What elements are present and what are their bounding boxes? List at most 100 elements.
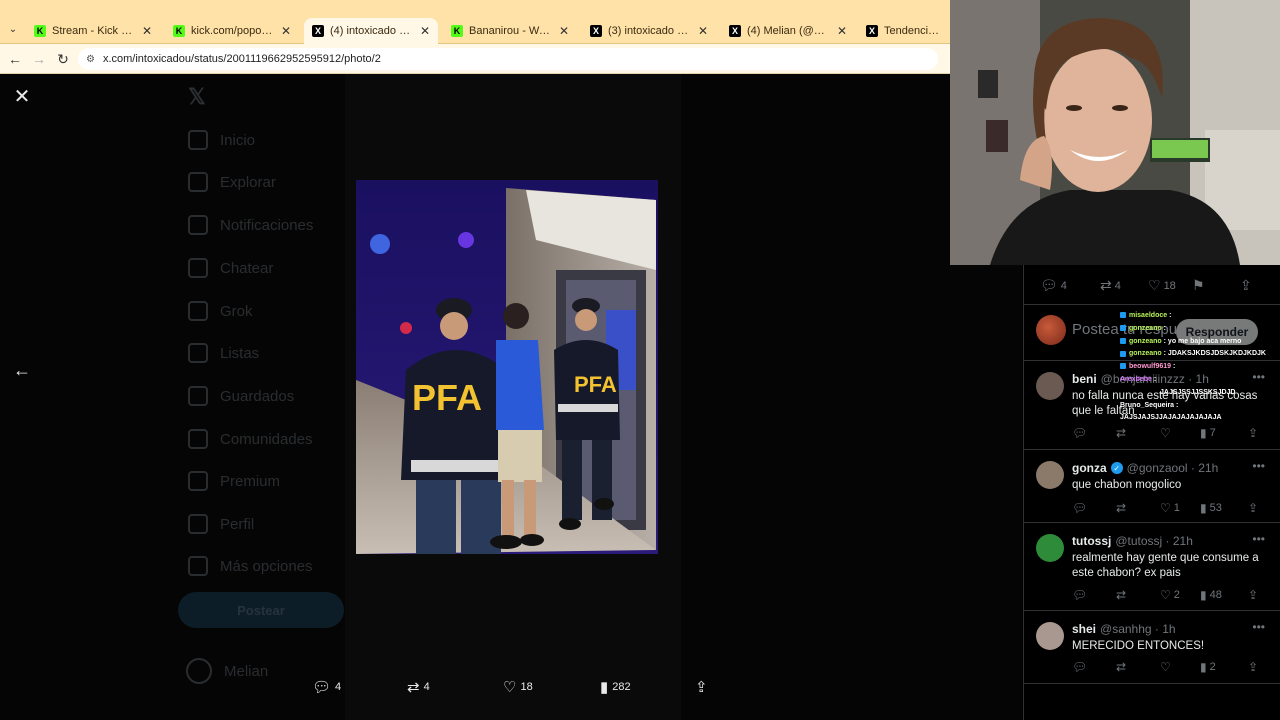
chat-message: JAJSJSSJJSSKSJDJD bbox=[1120, 387, 1280, 400]
reload-icon[interactable]: ↻ bbox=[54, 50, 72, 68]
browser-tab[interactable]: X (4) Melian (@melianvalen ✕ bbox=[721, 18, 855, 44]
kick-icon: K bbox=[173, 25, 185, 37]
reply-icon: 💬︎ bbox=[312, 679, 332, 696]
repost-icon[interactable]: ⇄ bbox=[1116, 588, 1129, 602]
chat-message: gonzeano : JDAKSJKDSJDSKJKDJKDJK bbox=[1120, 348, 1280, 361]
tab-title: Bananirou - Watch clips o bbox=[469, 25, 553, 37]
chat-user: Arexbebe bbox=[1120, 375, 1152, 383]
reply-action[interactable]: 💬︎ 4 bbox=[1040, 277, 1067, 294]
heart-icon: ♡ bbox=[1160, 501, 1171, 515]
views-icon: ▮ bbox=[1200, 588, 1207, 602]
reply-icon: 💬︎ bbox=[1040, 277, 1058, 293]
views-action[interactable]: ▮ 282 bbox=[600, 678, 631, 696]
browser-tab[interactable]: K Bananirou - Watch clips o ✕ bbox=[443, 18, 577, 44]
avatar[interactable] bbox=[1036, 622, 1064, 650]
reply-item[interactable]: tutossj @tutossj · 21h ••• realmente hay … bbox=[1024, 524, 1280, 611]
chat-message: Bruno_Sequeira : bbox=[1120, 401, 1179, 409]
back-icon[interactable]: ← bbox=[6, 50, 24, 68]
close-tab-icon[interactable]: ✕ bbox=[559, 24, 569, 38]
browser-tabstrip: ⌄ K Stream - Kick Dashboard ✕ K kick.com… bbox=[0, 0, 950, 44]
communities-icon bbox=[188, 429, 208, 449]
share-icon: ⇪ bbox=[695, 679, 708, 696]
reply-header: shei @sanhhg · 1h bbox=[1072, 622, 1176, 636]
reply-icon[interactable]: 💬︎ bbox=[1072, 660, 1090, 674]
reply-header: tutossj @tutossj · 21h bbox=[1072, 534, 1193, 548]
share-icon[interactable]: ⇪ bbox=[1248, 588, 1261, 602]
display-name[interactable]: tutossj bbox=[1072, 534, 1111, 548]
repost-count: 4 bbox=[423, 681, 430, 693]
share-action[interactable]: ⇪ bbox=[1240, 277, 1255, 294]
like-action[interactable]: ♡ 18 bbox=[1148, 277, 1176, 294]
like-action[interactable]: ♡ 2 bbox=[1160, 588, 1180, 602]
close-tab-icon[interactable]: ✕ bbox=[698, 24, 708, 38]
badge-icon bbox=[1120, 312, 1126, 319]
reply-item[interactable]: shei @sanhhg · 1h ••• MERECIDO ENTONCES! … bbox=[1024, 612, 1280, 684]
display-name[interactable]: beni bbox=[1072, 372, 1097, 386]
close-icon[interactable]: ✕ bbox=[12, 86, 32, 108]
reply-icon[interactable]: 💬︎ bbox=[1072, 588, 1090, 602]
avatar[interactable] bbox=[1036, 534, 1064, 562]
share-icon[interactable]: ⇪ bbox=[1248, 426, 1261, 440]
repost-icon[interactable]: ⇄ bbox=[1116, 660, 1129, 674]
browser-tab[interactable]: X (3) intoxicado en X: "Sabi ✕ bbox=[582, 18, 716, 44]
badge-icon bbox=[1120, 324, 1126, 331]
tab-search-icon[interactable]: ⌄ bbox=[4, 20, 22, 38]
repost-action[interactable]: ⇄ 4 bbox=[1100, 277, 1121, 294]
close-tab-icon[interactable]: ✕ bbox=[837, 24, 847, 38]
share-icon[interactable]: ⇪ bbox=[1248, 501, 1261, 515]
views-action[interactable]: ▮ 7 bbox=[1200, 426, 1216, 440]
reply-item[interactable]: gonza ✓ @gonzaool · 21h ••• que chabon mog… bbox=[1024, 451, 1280, 523]
nav-item: Chatear bbox=[188, 258, 273, 278]
tab-title: (4) intoxicado en X: "Sabi bbox=[330, 25, 414, 37]
avatar[interactable] bbox=[1036, 461, 1064, 489]
forward-icon[interactable]: → bbox=[30, 50, 48, 68]
repost-icon[interactable]: ⇄ bbox=[1116, 501, 1129, 515]
view-count: 2 bbox=[1209, 661, 1216, 673]
repost-count: 4 bbox=[1114, 279, 1121, 292]
more-icon[interactable]: ••• bbox=[1252, 620, 1265, 634]
views-icon: ▮ bbox=[600, 679, 609, 696]
browser-tab-active[interactable]: X (4) intoxicado en X: "Sabi ✕ bbox=[304, 18, 438, 44]
grok-icon bbox=[188, 301, 208, 321]
views-action[interactable]: ▮ 48 bbox=[1200, 588, 1222, 602]
avatar bbox=[1036, 315, 1066, 345]
bookmark-action[interactable]: ⚑ bbox=[1192, 277, 1208, 294]
reply-action[interactable]: 💬︎ 4 bbox=[312, 678, 341, 696]
more-icon[interactable]: ••• bbox=[1252, 532, 1265, 546]
nav-label: Premium bbox=[220, 472, 281, 490]
heart-icon[interactable]: ♡ bbox=[1160, 426, 1174, 440]
close-tab-icon[interactable]: ✕ bbox=[142, 24, 152, 38]
browser-tab[interactable]: K Stream - Kick Dashboard ✕ bbox=[26, 18, 160, 44]
reply-text: que chabon mogolico bbox=[1072, 479, 1182, 491]
like-action[interactable]: ♡ 1 bbox=[1160, 501, 1180, 515]
view-count: 282 bbox=[612, 681, 631, 693]
chat-message: Arexbebe : bbox=[1120, 375, 1157, 383]
nav-label: Grok bbox=[220, 302, 253, 320]
browser-tab[interactable]: K kick.com/popout/melian ✕ bbox=[165, 18, 299, 44]
more-icon[interactable]: ••• bbox=[1252, 459, 1265, 473]
share-icon[interactable]: ⇪ bbox=[1248, 660, 1261, 674]
close-tab-icon[interactable]: ✕ bbox=[281, 24, 291, 38]
arrow-left-icon[interactable]: ← bbox=[12, 360, 32, 380]
reply-icon[interactable]: 💬︎ bbox=[1072, 501, 1090, 515]
reply-icon[interactable]: 💬︎ bbox=[1072, 426, 1090, 440]
repost-icon[interactable]: ⇄ bbox=[1116, 426, 1129, 440]
views-icon: ▮ bbox=[1200, 501, 1207, 515]
close-tab-icon[interactable]: ✕ bbox=[420, 24, 430, 38]
view-count: 53 bbox=[1209, 502, 1222, 514]
address-bar[interactable]: ⚙ x.com/intoxicadou/status/2001119662952… bbox=[78, 48, 938, 70]
like-action[interactable]: ♡ 18 bbox=[503, 678, 533, 696]
avatar[interactable] bbox=[1036, 372, 1064, 400]
heart-icon[interactable]: ♡ bbox=[1160, 660, 1174, 674]
display-name[interactable]: shei bbox=[1072, 622, 1096, 636]
site-info-icon[interactable]: ⚙ bbox=[86, 54, 95, 65]
display-name[interactable]: gonza bbox=[1072, 461, 1107, 475]
browser-tab[interactable]: X Tendencias en X: " bbox=[858, 18, 950, 44]
repost-action[interactable]: ⇄ 4 bbox=[407, 678, 430, 696]
tab-title: Stream - Kick Dashboard bbox=[52, 25, 136, 37]
views-action[interactable]: ▮ 2 bbox=[1200, 660, 1216, 674]
home-icon bbox=[188, 130, 208, 150]
chat-message: gonzeano : bbox=[1120, 323, 1280, 336]
share-action[interactable]: ⇪ bbox=[695, 678, 712, 696]
views-action[interactable]: ▮ 53 bbox=[1200, 501, 1222, 515]
